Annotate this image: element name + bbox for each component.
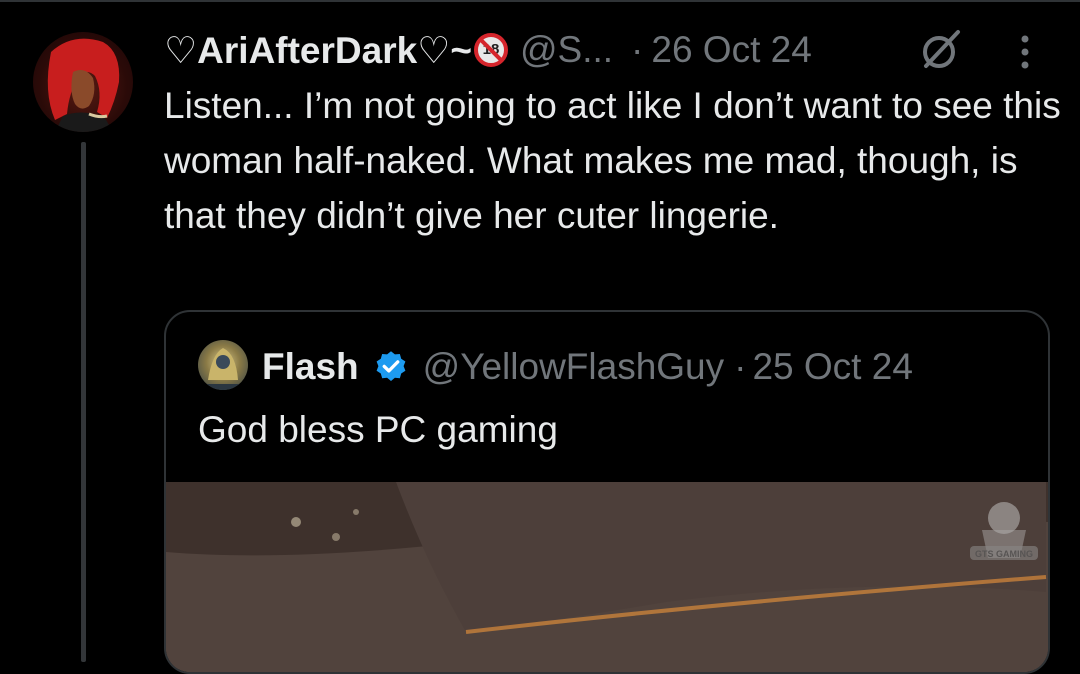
top-divider xyxy=(0,0,1080,2)
quoted-separator-dot: · xyxy=(734,346,747,387)
watermark-text: GTS GAMING xyxy=(975,549,1033,559)
quoted-tweet-card[interactable]: Flash @YellowFlashGuy · 25 Oct 24 God bl… xyxy=(164,310,1050,674)
author-avatar[interactable] xyxy=(33,32,133,132)
avatar-illustration xyxy=(47,38,120,132)
author-display-name[interactable]: ♡AriAfterDark♡~ xyxy=(164,29,472,72)
quoted-tweet-date[interactable]: 25 Oct 24 xyxy=(752,346,912,388)
tweet-text: Listen... I’m not going to act like I do… xyxy=(164,85,1061,236)
quoted-author-display-name[interactable]: Flash xyxy=(262,346,359,388)
separator-dot: · xyxy=(631,29,644,70)
quoted-tweet-text: God bless PC gaming xyxy=(198,409,558,450)
author-handle[interactable]: @S... xyxy=(520,29,613,71)
thread-line xyxy=(81,142,86,662)
quoted-author-handle[interactable]: @YellowFlashGuy xyxy=(423,346,725,388)
media-scene xyxy=(166,482,1048,672)
verified-badge-icon xyxy=(376,351,406,381)
quoted-tweet-header: Flash @YellowFlashGuy · 25 Oct 24 xyxy=(262,342,913,392)
quoted-avatar-illustration xyxy=(204,348,242,390)
quoted-author-avatar[interactable] xyxy=(198,340,248,390)
quoted-tweet-media[interactable]: GTS GAMING xyxy=(166,482,1048,672)
more-options-icon[interactable] xyxy=(1019,34,1031,70)
tweet-header: ♡AriAfterDark♡~ 18 @S... · 26 Oct 24 xyxy=(164,25,812,75)
tweet-date[interactable]: 26 Oct 24 xyxy=(651,29,811,71)
grok-icon[interactable] xyxy=(918,28,962,72)
watermark-logo: GTS GAMING xyxy=(970,502,1038,560)
nsfw-18-icon: 18 xyxy=(473,33,508,67)
